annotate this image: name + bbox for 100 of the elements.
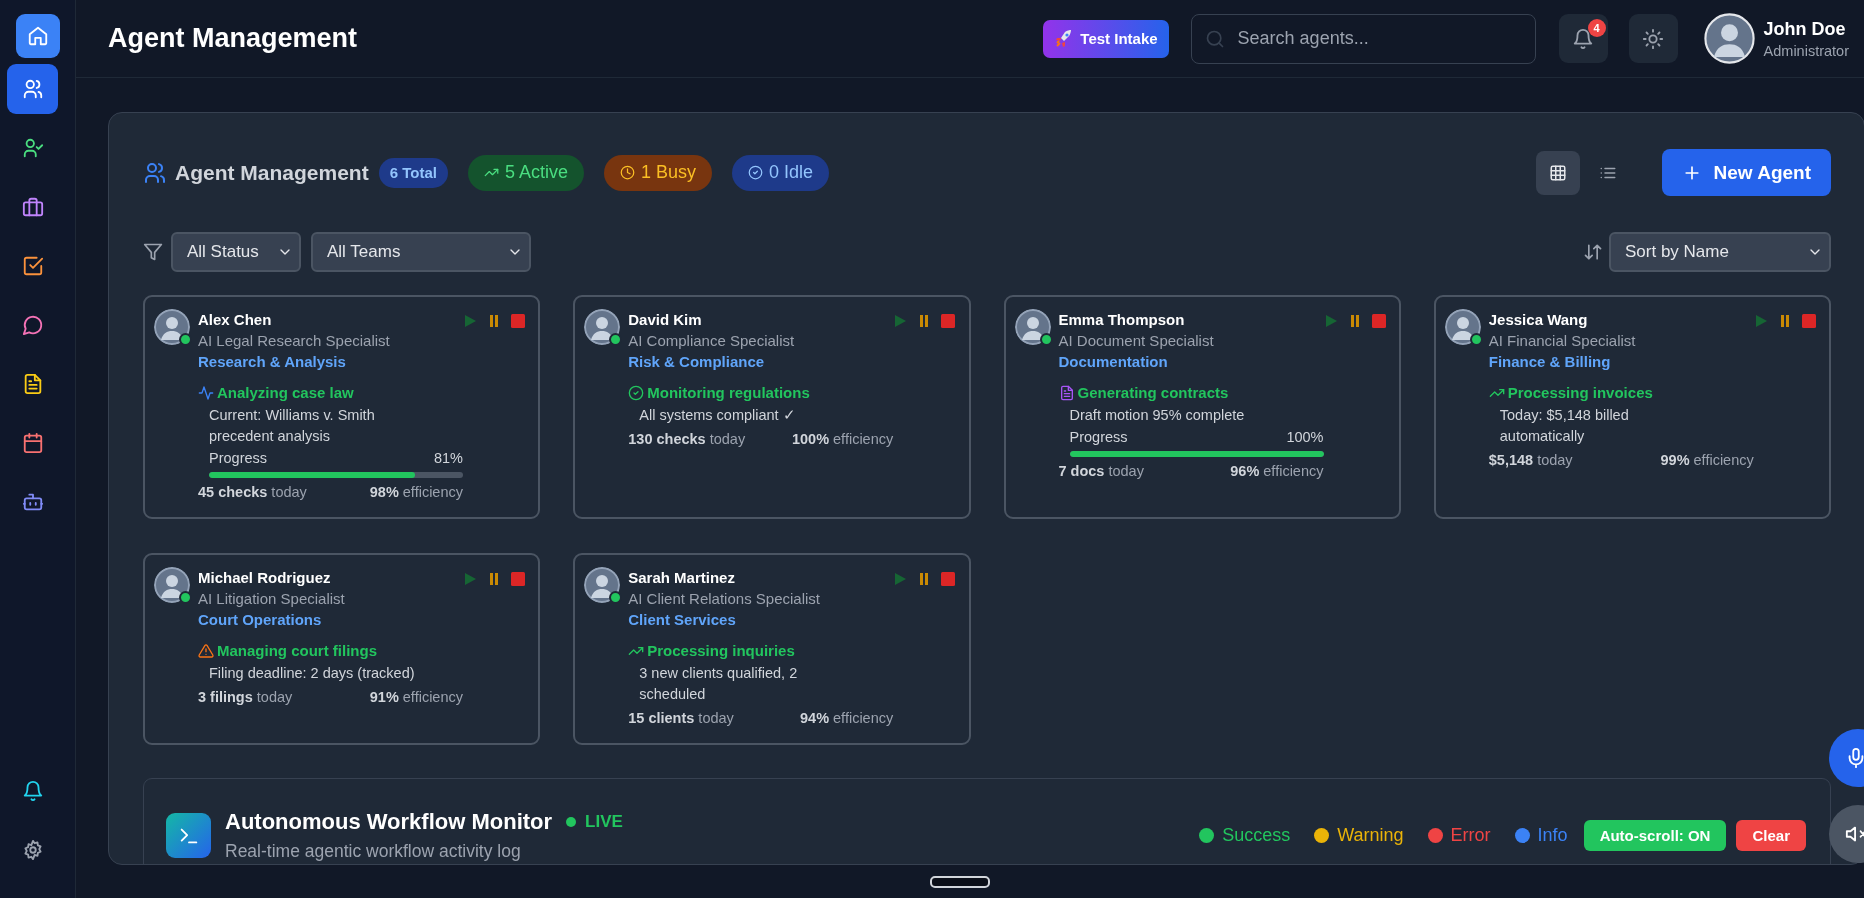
progress-value: 81%	[433, 449, 463, 468]
status-count: 5 Active	[504, 162, 568, 183]
status-count: 1 Busy	[640, 162, 696, 183]
sort-icon	[1583, 242, 1603, 262]
notifications-button[interactable]: 4	[1558, 14, 1608, 63]
stop-button[interactable]	[941, 572, 956, 586]
progress-label: Progress	[1069, 428, 1128, 447]
agent-stat: 45 checks today	[198, 483, 307, 502]
filter-dropdown[interactable]: All Status	[171, 232, 301, 272]
agent-role: AI Compliance Specialist	[628, 331, 796, 351]
sort-dropdown[interactable]: Sort by Name	[1609, 232, 1831, 272]
avatar-icon	[154, 567, 190, 603]
user-check-icon	[21, 137, 44, 159]
notification-badge: 4	[1587, 19, 1606, 37]
search-field[interactable]: Search agents...	[1190, 13, 1536, 64]
agent-team: Finance & Billing	[1488, 352, 1612, 372]
agent-role: AI Document Specialist	[1058, 331, 1215, 351]
activity-detail: Today: $5,148 billed automatically	[1498, 406, 1630, 446]
stop-button[interactable]	[941, 314, 956, 328]
agent-team: Risk & Compliance	[628, 352, 766, 372]
agent-stat: 7 docs today	[1058, 462, 1144, 481]
progress-value: 100%	[1286, 428, 1324, 447]
agent-name: Sarah Martinez	[628, 568, 736, 588]
progress-label: Progress	[209, 449, 268, 468]
sidebar-item[interactable]	[7, 64, 58, 114]
avatar-icon	[1444, 309, 1481, 345]
agent-name: Alex Chen	[198, 310, 273, 330]
agent-role: AI Litigation Specialist	[198, 589, 346, 609]
new-agent-button[interactable]: New Agent	[1661, 149, 1831, 196]
calendar-icon	[21, 432, 44, 454]
activity-detail: Filing deadline: 2 days (tracked)	[208, 664, 416, 683]
checkbox-icon	[21, 255, 44, 277]
pause-button[interactable]	[487, 572, 501, 586]
home-button[interactable]	[15, 14, 60, 58]
stop-button[interactable]	[1801, 314, 1816, 328]
agent-team: Documentation	[1058, 352, 1169, 372]
agent-role: AI Financial Specialist	[1488, 331, 1637, 351]
agent-team: Research & Analysis	[198, 352, 347, 372]
activity-detail: 3 new clients qualified, 2 scheduled	[638, 664, 799, 704]
test-intake-button[interactable]: Test Intake	[1043, 19, 1169, 58]
user-name: John Doe	[1763, 18, 1847, 40]
avatar-icon	[584, 567, 621, 603]
agent-stat: 91% efficiency	[369, 688, 463, 707]
agent-stat: 100% efficiency	[791, 430, 894, 449]
avatar-icon	[1014, 309, 1051, 345]
view-toggle[interactable]	[1535, 150, 1580, 195]
agent-name: Michael Rodriguez	[198, 568, 332, 588]
agent-activity: Analyzing case law	[217, 383, 354, 403]
grid-icon	[1548, 163, 1567, 182]
status-count: 0 Idle	[769, 162, 814, 183]
agent-role: AI Legal Research Specialist	[198, 331, 391, 351]
clock-icon	[619, 165, 635, 180]
agent-stat: 99% efficiency	[1660, 451, 1754, 470]
live-label: LIVE	[585, 812, 623, 832]
monitor-title: Autonomous Workflow Monitor	[225, 809, 553, 835]
agent-stat: 15 clients today	[628, 709, 734, 728]
check-circle-icon	[628, 384, 645, 401]
user-role: Administrator	[1763, 42, 1849, 59]
legend-label: Info	[1537, 825, 1568, 846]
clear-button[interactable]: Clear	[1736, 820, 1806, 851]
agent-activity: Processing invoices	[1507, 383, 1653, 403]
activity-detail: Current: Williams v. Smith precedent analysis	[208, 406, 376, 446]
legend-label: Warning	[1337, 825, 1404, 846]
monitor-subtitle: Real-time agentic workflow activity log	[225, 841, 522, 862]
agent-activity: Monitoring regulations	[647, 383, 810, 403]
stop-button[interactable]	[1371, 314, 1386, 328]
pulse-icon	[198, 384, 214, 401]
legend-label: Success	[1222, 825, 1291, 846]
agent-activity: Generating contracts	[1077, 383, 1229, 403]
agent-name: Jessica Wang	[1488, 310, 1589, 330]
agent-name: David Kim	[628, 310, 703, 330]
scroll-handle[interactable]	[930, 875, 990, 888]
panel-title: Agent Management	[175, 160, 369, 185]
users-icon	[143, 160, 167, 185]
home-icon	[26, 25, 49, 47]
check-circle-icon	[748, 165, 763, 180]
agent-team: Client Services	[628, 610, 737, 630]
agent-stat: 96% efficiency	[1230, 462, 1324, 481]
agent-activity: Processing inquiries	[647, 641, 795, 661]
warning-icon	[198, 642, 214, 659]
robot-icon	[21, 491, 44, 513]
bell-icon	[1572, 27, 1595, 50]
agent-stat: 130 checks today	[628, 430, 746, 449]
avatar-icon	[584, 309, 621, 345]
avatar-icon	[1703, 13, 1755, 64]
activity-detail: All systems compliant ✓	[638, 406, 797, 425]
notifications-icon	[21, 780, 44, 802]
chat-icon	[21, 314, 44, 336]
agent-team: Court Operations	[198, 610, 323, 630]
live-dot	[566, 817, 577, 827]
filter-dropdown[interactable]: All Teams	[311, 232, 531, 272]
document-icon	[1058, 384, 1075, 401]
pause-button[interactable]	[487, 314, 501, 328]
agent-activity: Managing court filings	[217, 641, 377, 661]
users-icon	[21, 78, 44, 100]
page-title: Agent Management	[108, 23, 358, 54]
sun-icon	[1642, 27, 1665, 50]
agent-stat: $5,148 today	[1488, 451, 1573, 470]
theme-toggle-button[interactable]	[1628, 14, 1678, 63]
agent-stat: 3 filings today	[198, 688, 293, 707]
